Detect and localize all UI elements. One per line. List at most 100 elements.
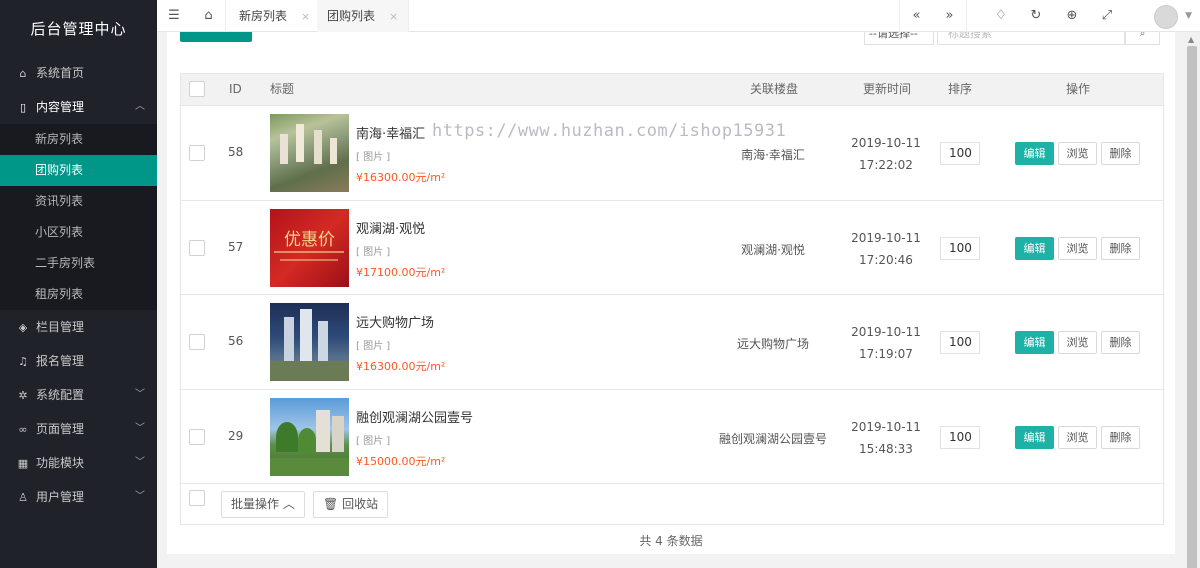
scrollbar[interactable]: ▲ xyxy=(1184,32,1200,568)
table-row: 56 远大购物广场 [ 图片 ] ¥16300.00元/m² 远大购物广场 20… xyxy=(181,294,1163,389)
table-footer: 批量操作 ︿ 🗑 回收站 xyxy=(181,483,1163,524)
search-icon: ⌕ xyxy=(1139,32,1146,39)
fullscreen-icon[interactable]: ⤢ xyxy=(1090,0,1124,32)
category-select[interactable]: --请选择-- xyxy=(864,32,934,45)
view-button[interactable]: 浏览 xyxy=(1058,142,1097,165)
view-button[interactable]: 浏览 xyxy=(1058,331,1097,354)
batch-operation-button[interactable]: 批量操作 ︿ xyxy=(221,491,305,518)
scroll-up-icon[interactable]: ▲ xyxy=(1188,35,1194,44)
sidebar-subitem-news[interactable]: 资讯列表 xyxy=(0,186,157,217)
add-button[interactable] xyxy=(180,32,252,42)
row-price: ¥16300.00元/m² xyxy=(356,360,446,373)
delete-button[interactable]: 删除 xyxy=(1101,142,1140,165)
sidebar-item-modules[interactable]: ▦ 功能模块 ﹀ xyxy=(0,446,157,480)
sidebar-item-pages[interactable]: ∞ 页面管理 ﹀ xyxy=(0,412,157,446)
sidebar-item-home[interactable]: ⌂ 系统首页 xyxy=(0,56,157,90)
view-button[interactable]: 浏览 xyxy=(1058,425,1097,449)
sidebar-subitem-community[interactable]: 小区列表 xyxy=(0,217,157,248)
property-thumbnail[interactable] xyxy=(270,303,349,381)
sort-input[interactable]: 100 xyxy=(940,425,980,449)
chevron-down-icon: ﹀ xyxy=(135,423,145,434)
row-price: ¥15000.00元/m² xyxy=(356,454,446,468)
delete-button[interactable]: 删除 xyxy=(1101,331,1140,354)
main-card: --请选择-- 标题搜索 ⌕ ID 标题 关联楼盘 更新时间 排序 操作 58 … xyxy=(167,32,1175,554)
topbar: ☰ ⌂ 新房列表 × 团购列表 × « » ♢ ↻ ⊕ ⤢ ▼ xyxy=(157,0,1200,32)
property-thumbnail[interactable] xyxy=(270,397,349,476)
view-button[interactable]: 浏览 xyxy=(1058,236,1097,260)
sidebar-item-label: 报名管理 xyxy=(36,354,85,368)
sort-input[interactable]: 100 xyxy=(940,331,980,354)
scroll-right-icon[interactable]: » xyxy=(933,0,967,32)
search-button[interactable]: ⌕ xyxy=(1125,32,1160,45)
close-icon[interactable]: × xyxy=(301,10,310,23)
sidebar-item-columns[interactable]: ◈ 栏目管理 xyxy=(0,310,157,344)
bell-icon[interactable]: ♢ xyxy=(984,0,1018,32)
sidebar-subitem-second-hand[interactable]: 二手房列表 xyxy=(0,248,157,279)
row-time: 17:19:07 xyxy=(859,347,913,361)
header-actions: 操作 xyxy=(1066,82,1091,96)
row-title[interactable]: 远大购物广场 xyxy=(356,312,434,331)
row-title[interactable]: 观澜湖·观悦 xyxy=(356,218,425,237)
search-input[interactable]: 标题搜索 xyxy=(937,32,1125,45)
layers-icon: ◈ xyxy=(18,321,28,334)
recycle-bin-button[interactable]: 🗑 回收站 xyxy=(313,491,389,518)
globe-icon[interactable]: ⊕ xyxy=(1055,0,1089,32)
tab-new-house[interactable]: 新房列表 × xyxy=(229,0,322,32)
avatar[interactable] xyxy=(1154,5,1178,29)
batch-label: 批量操作 xyxy=(231,497,280,511)
row-checkbox[interactable] xyxy=(189,145,205,161)
row-price: ¥16300.00元/m² xyxy=(356,171,446,184)
sidebar-item-label: 页面管理 xyxy=(36,422,85,436)
header-id: ID xyxy=(229,82,242,96)
chevron-down-icon: ﹀ xyxy=(135,457,145,468)
sidebar-subitem-rental[interactable]: 租房列表 xyxy=(0,279,157,310)
row-title[interactable]: 南海·幸福汇 xyxy=(356,123,425,142)
sort-input[interactable]: 100 xyxy=(940,142,980,165)
row-checkbox[interactable] xyxy=(189,428,205,445)
image-tag: [ 图片 ] xyxy=(356,152,391,163)
edit-button[interactable]: 编辑 xyxy=(1015,425,1054,449)
row-id: 29 xyxy=(228,428,244,443)
close-icon[interactable]: × xyxy=(389,10,398,23)
home-icon[interactable]: ⌂ xyxy=(192,0,226,32)
edit-button[interactable]: 编辑 xyxy=(1015,236,1054,260)
refresh-icon[interactable]: ↻ xyxy=(1019,0,1053,32)
sidebar-item-users[interactable]: ♙ 用户管理 ﹀ xyxy=(0,480,157,514)
sidebar-item-settings[interactable]: ✲ 系统配置 ﹀ xyxy=(0,378,157,412)
sidebar-item-label: 系统配置 xyxy=(36,388,85,402)
header-updated: 更新时间 xyxy=(863,82,912,96)
document-icon: ▯ xyxy=(19,101,27,114)
sidebar-item-signup[interactable]: ♫ 报名管理 xyxy=(0,344,157,378)
sort-input[interactable]: 100 xyxy=(940,236,980,260)
app-title: 后台管理中心 xyxy=(0,0,157,56)
row-title[interactable]: 融创观澜湖公园壹号 xyxy=(356,407,473,426)
chevron-down-icon[interactable]: ▼ xyxy=(1185,0,1192,32)
sidebar-item-label: 栏目管理 xyxy=(36,320,85,334)
select-all-checkbox[interactable] xyxy=(189,490,205,506)
property-thumbnail[interactable] xyxy=(270,114,349,192)
sidebar-item-content[interactable]: ▯ 内容管理 ︿ xyxy=(0,90,157,124)
edit-button[interactable]: 编辑 xyxy=(1015,331,1054,354)
sidebar-item-label: 内容管理 xyxy=(36,100,85,114)
gear-icon: ✲ xyxy=(18,389,28,402)
scroll-left-icon[interactable]: « xyxy=(899,0,933,32)
row-id: 57 xyxy=(228,239,244,254)
delete-button[interactable]: 删除 xyxy=(1101,236,1140,260)
tab-group-buy[interactable]: 团购列表 × xyxy=(317,0,410,32)
delete-button[interactable]: 删除 xyxy=(1101,425,1140,449)
sidebar-subitem-new-house[interactable]: 新房列表 xyxy=(0,124,157,155)
menu-toggle-icon[interactable]: ☰ xyxy=(157,0,191,32)
table-row: 29 融创观澜湖公园壹号 [ 图片 ] ¥15000.00元/m² 融创观澜湖公… xyxy=(181,388,1163,484)
row-property: 南海·幸福汇 xyxy=(741,148,805,162)
watermark: https://www.huzhan.com/ishop15931 xyxy=(432,121,787,141)
edit-button[interactable]: 编辑 xyxy=(1015,142,1054,165)
scrollbar-thumb[interactable] xyxy=(1187,46,1197,568)
select-all-checkbox[interactable] xyxy=(189,81,205,97)
row-checkbox[interactable] xyxy=(189,334,205,350)
row-checkbox[interactable] xyxy=(189,239,205,256)
row-property: 远大购物广场 xyxy=(736,337,809,351)
sidebar-subitem-group-buy[interactable]: 团购列表 xyxy=(0,155,157,186)
property-thumbnail[interactable]: 优惠价 xyxy=(270,208,349,287)
module-icon: ▦ xyxy=(17,457,29,470)
tab-label: 新房列表 xyxy=(239,9,288,23)
